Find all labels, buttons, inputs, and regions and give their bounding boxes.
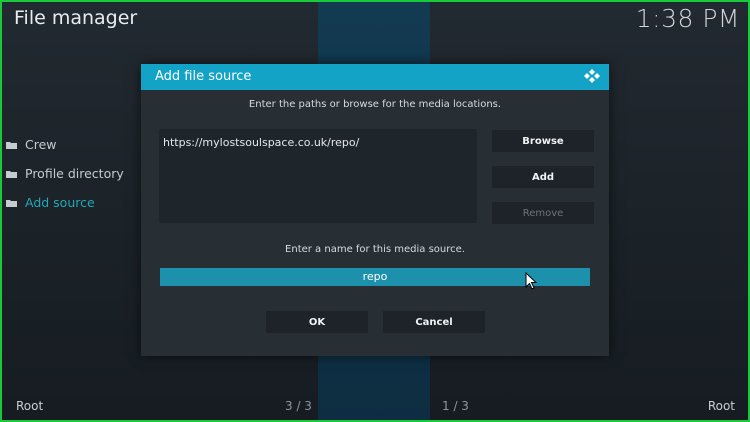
mouse-pointer-icon — [525, 271, 538, 294]
kodi-logo-icon — [583, 68, 601, 90]
folder-icon — [6, 141, 17, 149]
footer-root-right: Root — [707, 399, 735, 413]
sidebar-item-profile-directory[interactable]: Profile directory — [6, 159, 124, 188]
add-button[interactable]: Add — [492, 166, 594, 188]
sidebar-item-label: Crew — [25, 137, 57, 152]
name-instruction: Enter a name for this media source. — [285, 244, 465, 255]
sidebar-list: Crew Profile directory Add source — [6, 130, 124, 217]
window-title: File manager — [14, 7, 138, 29]
dialog-header: Add file source — [141, 64, 609, 90]
remove-button[interactable]: Remove — [492, 202, 594, 224]
footer-page-counter-right: 1 / 3 — [442, 399, 469, 413]
folder-icon — [6, 199, 17, 207]
source-path-entry[interactable]: https://mylostsoulspace.co.uk/repo/ — [163, 136, 359, 149]
ok-button[interactable]: OK — [266, 311, 368, 333]
cancel-button[interactable]: Cancel — [383, 311, 485, 333]
sidebar-item-label: Add source — [25, 195, 95, 210]
dialog-title: Add file source — [155, 69, 252, 84]
footer-page-counter-left: 3 / 3 — [285, 399, 312, 413]
sidebar-item-crew[interactable]: Crew — [6, 130, 124, 159]
source-path-list[interactable]: https://mylostsoulspace.co.uk/repo/ — [159, 129, 477, 223]
sidebar-item-label: Profile directory — [25, 166, 124, 181]
sidebar-item-add-source[interactable]: Add source — [6, 188, 124, 217]
paths-instruction: Enter the paths or browse for the media … — [248, 99, 502, 110]
folder-icon — [6, 170, 17, 178]
browse-button[interactable]: Browse — [492, 130, 594, 152]
footer-root-left: Root — [16, 399, 44, 413]
clock: 1:38 PM — [635, 4, 740, 33]
add-file-source-dialog: Add file source Enter the paths or brows… — [141, 64, 609, 356]
